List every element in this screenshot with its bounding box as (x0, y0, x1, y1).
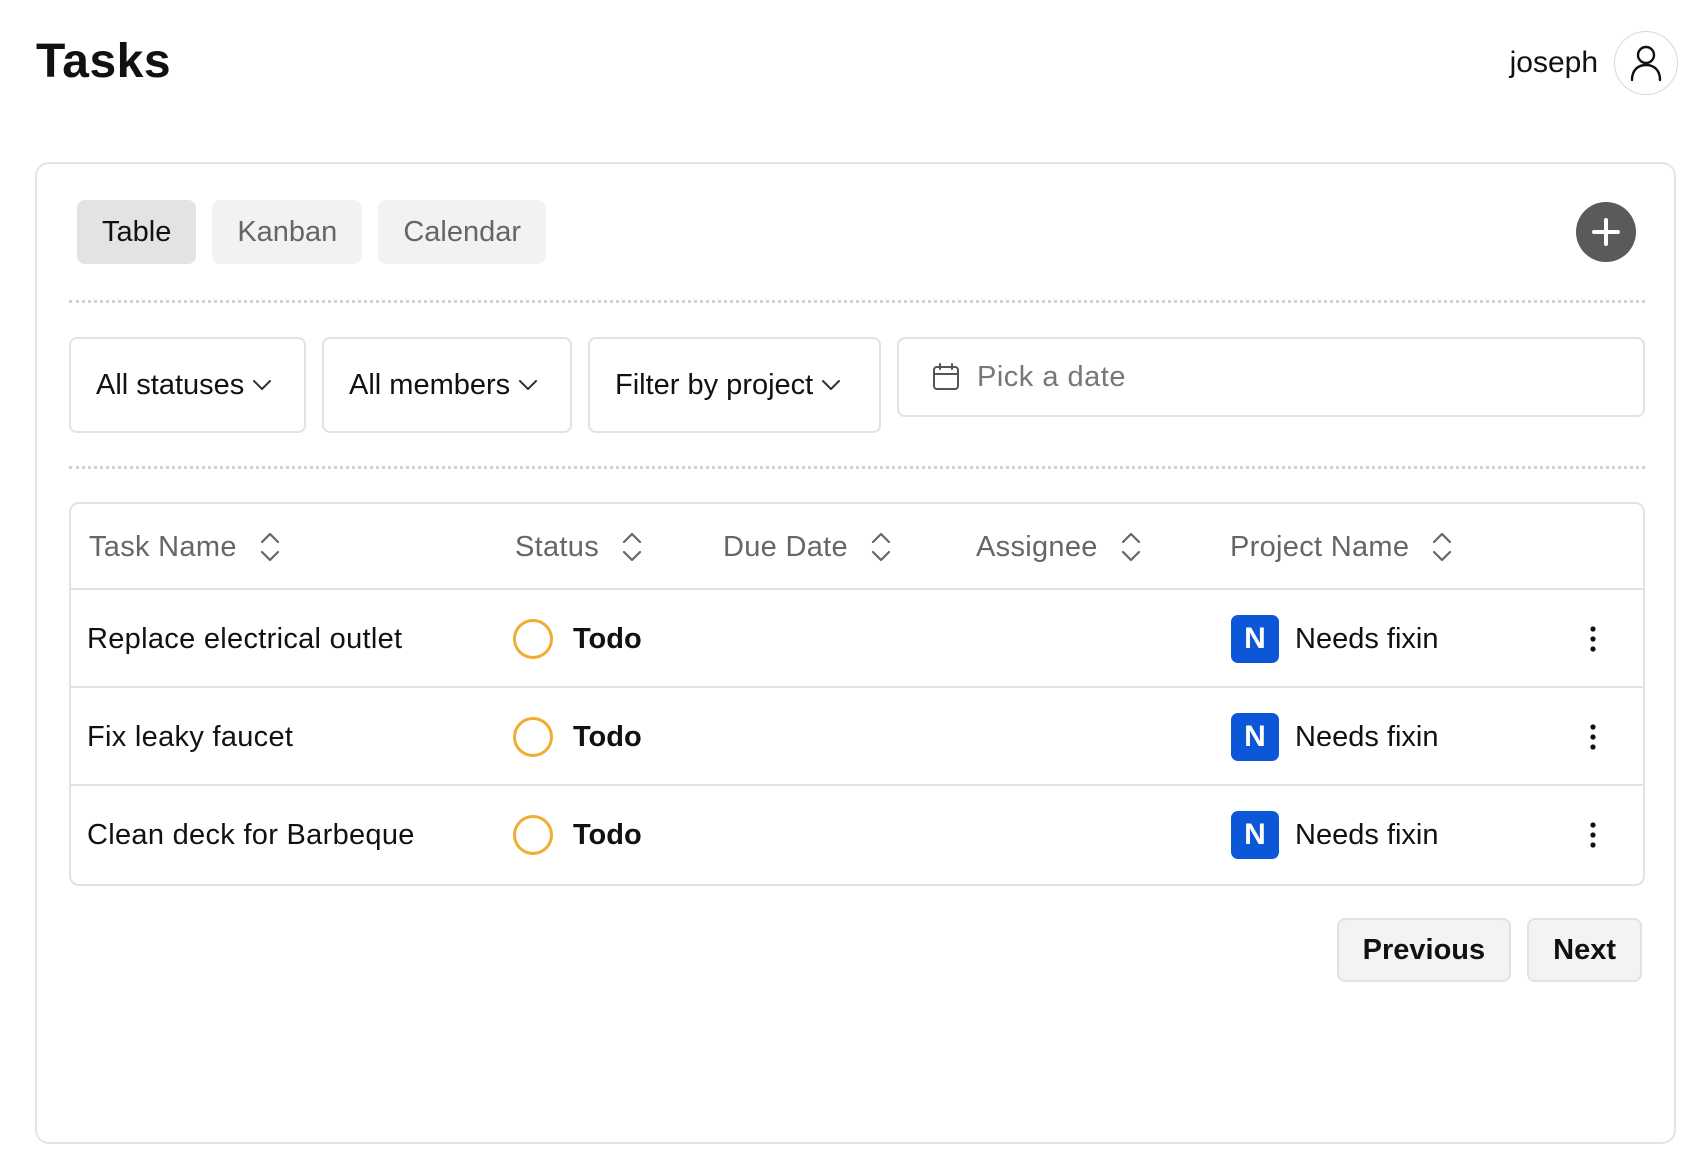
row-actions-button[interactable] (1581, 786, 1605, 884)
status-cell: Todo (513, 786, 642, 884)
tasks-card: Table Kanban Calendar All statuses All m… (35, 162, 1676, 1144)
status-label: Todo (573, 720, 642, 753)
column-label: Project Name (1230, 530, 1410, 563)
status-cell: Todo (513, 590, 642, 688)
plus-icon (1592, 218, 1620, 246)
add-task-button[interactable] (1576, 202, 1636, 262)
column-header-task-name[interactable]: Task Name (89, 504, 281, 590)
chevron-down-icon (822, 380, 841, 390)
column-header-status[interactable]: Status (515, 504, 643, 590)
tab-table[interactable]: Table (77, 200, 197, 264)
date-picker[interactable]: Pick a date (897, 337, 1645, 417)
table-row[interactable]: Clean deck for Barbeque Todo N Needs fix… (71, 786, 1643, 884)
row-actions-button[interactable] (1581, 688, 1605, 786)
todo-status-icon (513, 717, 553, 757)
column-header-due-date[interactable]: Due Date (723, 504, 892, 590)
username: joseph (1509, 46, 1598, 79)
more-vertical-icon (1590, 724, 1596, 750)
task-name: Replace electrical outlet (87, 622, 403, 655)
chevron-down-icon (253, 380, 272, 390)
project-cell: N Needs fixin (1231, 688, 1438, 786)
column-label: Task Name (89, 530, 237, 563)
status-filter-label: All statuses (96, 368, 245, 401)
task-name: Clean deck for Barbeque (87, 818, 415, 851)
project-cell: N Needs fixin (1231, 590, 1438, 688)
project-filter[interactable]: Filter by project (588, 337, 881, 433)
project-badge: N (1231, 615, 1279, 663)
project-name: Needs fixin (1295, 720, 1439, 753)
pagination: Previous Next (1336, 918, 1642, 982)
sort-icon (871, 532, 891, 562)
project-badge: N (1231, 811, 1279, 859)
more-vertical-icon (1590, 822, 1596, 848)
next-button[interactable]: Next (1527, 918, 1642, 982)
column-header-assignee[interactable]: Assignee (976, 504, 1142, 590)
avatar[interactable] (1614, 31, 1678, 95)
more-vertical-icon (1590, 626, 1596, 652)
chevron-down-icon (519, 380, 538, 390)
tab-kanban[interactable]: Kanban (212, 200, 363, 264)
status-label: Todo (573, 818, 642, 851)
task-name: Fix leaky faucet (87, 720, 294, 753)
user-menu[interactable]: joseph (1510, 31, 1678, 95)
row-actions-button[interactable] (1581, 590, 1605, 688)
project-name: Needs fixin (1295, 818, 1439, 851)
sort-icon (622, 532, 642, 562)
status-filter[interactable]: All statuses (69, 337, 306, 433)
members-filter[interactable]: All members (322, 337, 572, 433)
date-placeholder: Pick a date (977, 360, 1126, 393)
view-tabs: Table Kanban Calendar (77, 200, 547, 264)
project-badge: N (1231, 713, 1279, 761)
column-label: Status (515, 530, 600, 563)
sort-icon (1433, 532, 1452, 562)
project-cell: N Needs fixin (1231, 786, 1438, 884)
project-name: Needs fixin (1295, 622, 1439, 655)
members-filter-label: All members (349, 368, 511, 401)
column-header-project-name[interactable]: Project Name (1230, 504, 1453, 590)
filter-bar: All statuses All members Filter by proje… (69, 337, 1645, 433)
todo-status-icon (513, 815, 553, 855)
todo-status-icon (513, 619, 553, 659)
divider (69, 466, 1645, 469)
column-label: Due Date (723, 530, 848, 563)
tab-calendar[interactable]: Calendar (378, 200, 547, 264)
status-label: Todo (573, 622, 642, 655)
sort-icon (1121, 532, 1140, 562)
divider (69, 300, 1645, 303)
sort-icon (260, 532, 279, 562)
previous-button[interactable]: Previous (1336, 918, 1512, 982)
table-header: Task Name Status Due Date Assignee Proje… (71, 504, 1643, 590)
column-label: Assignee (976, 530, 1098, 563)
status-cell: Todo (513, 688, 642, 786)
table-row[interactable]: Fix leaky faucet Todo N Needs fixin (71, 688, 1643, 786)
page-title: Tasks (36, 35, 172, 88)
table-row[interactable]: Replace electrical outlet Todo N Needs f… (71, 590, 1643, 688)
project-filter-label: Filter by project (615, 368, 814, 401)
user-icon (1630, 45, 1662, 82)
calendar-icon (933, 363, 959, 390)
tasks-table: Task Name Status Due Date Assignee Proje… (69, 502, 1645, 886)
